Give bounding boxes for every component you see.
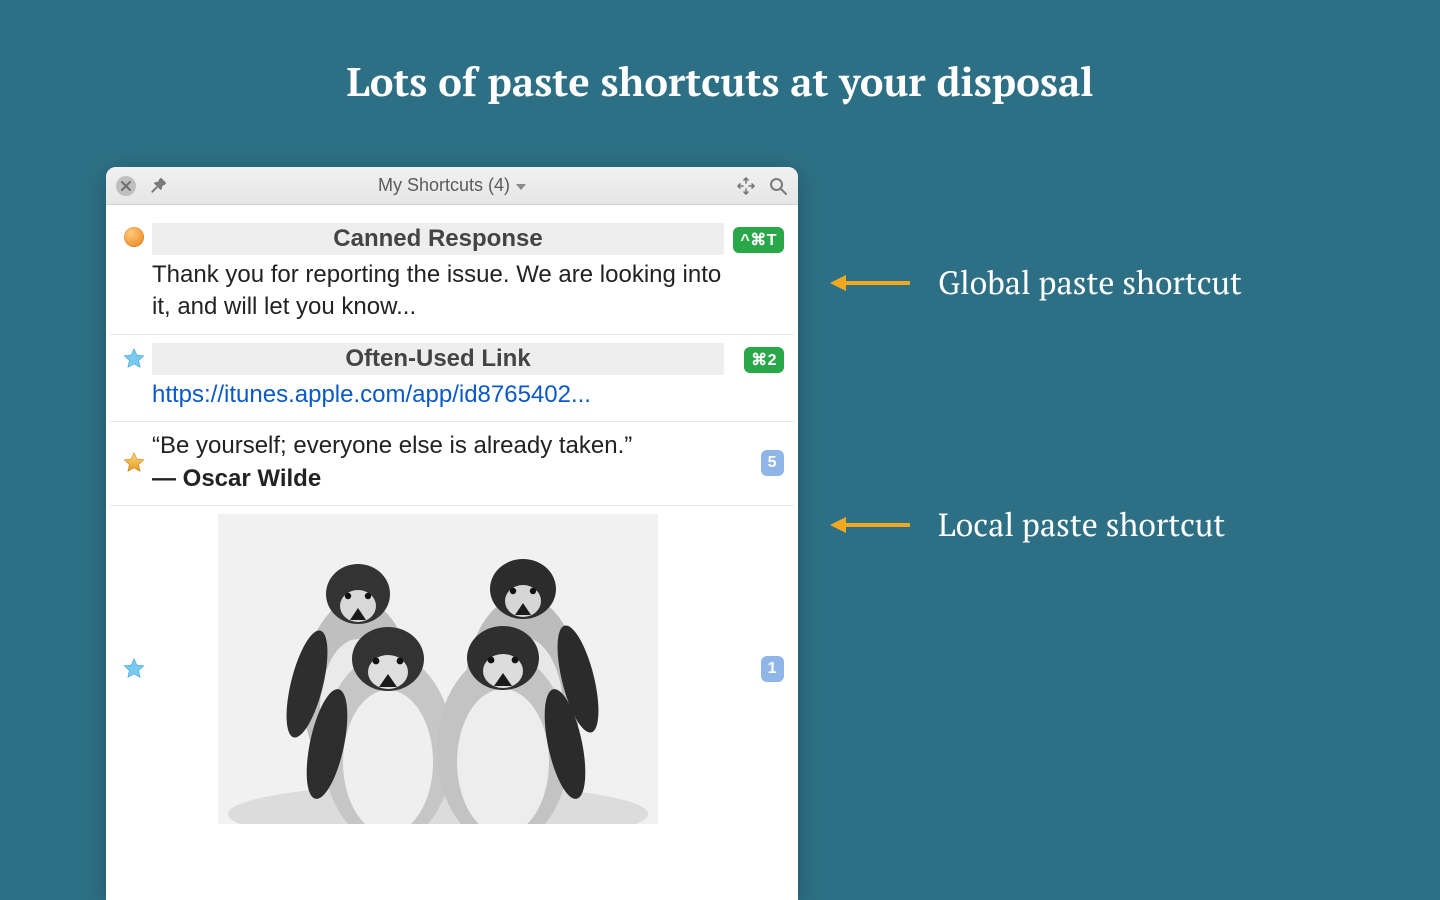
star-icon xyxy=(122,347,146,371)
shortcut-badge: ^⌘T xyxy=(733,227,784,253)
shortcuts-window: My Shortcuts (4) xyxy=(106,167,798,900)
star-icon xyxy=(122,451,146,475)
callout-label: Global paste shortcut xyxy=(938,262,1242,304)
list-item[interactable]: Canned Response Thank you for reporting … xyxy=(110,215,794,335)
list-item[interactable]: “Be yourself; everyone else is already t… xyxy=(110,422,794,506)
arrow-left-icon xyxy=(830,513,910,537)
callout-label: Local paste shortcut xyxy=(938,504,1225,546)
item-text: Thank you for reporting the issue. We ar… xyxy=(152,259,724,324)
item-heading: Often-Used Link xyxy=(152,343,724,375)
move-icon[interactable] xyxy=(736,176,756,196)
shortcut-badge: ⌘2 xyxy=(744,347,784,373)
close-icon[interactable] xyxy=(116,176,136,196)
arrow-left-icon xyxy=(830,271,910,295)
hero-heading: Lots of paste shortcuts at your disposal xyxy=(0,55,1440,108)
window-title[interactable]: My Shortcuts (4) xyxy=(378,175,510,196)
pin-icon[interactable] xyxy=(148,176,168,196)
quote-author: ― Oscar Wilde xyxy=(152,465,321,492)
shortcuts-list: Canned Response Thank you for reporting … xyxy=(106,205,798,900)
window-titlebar: My Shortcuts (4) xyxy=(106,167,798,205)
list-item[interactable]: Often-Used Link https://itunes.apple.com… xyxy=(110,335,794,422)
star-icon xyxy=(122,657,146,681)
quote-text: “Be yourself; everyone else is already t… xyxy=(152,432,632,459)
item-text: “Be yourself; everyone else is already t… xyxy=(152,430,724,495)
list-item[interactable]: 1 xyxy=(110,506,794,834)
item-heading: Canned Response xyxy=(152,223,724,255)
shortcut-badge: 1 xyxy=(761,656,784,682)
dot-icon xyxy=(124,227,144,247)
callout-global: Global paste shortcut xyxy=(830,262,1242,304)
search-icon[interactable] xyxy=(768,176,788,196)
thumbnail-image xyxy=(218,514,658,824)
chevron-down-icon[interactable] xyxy=(516,184,526,190)
shortcut-badge: 5 xyxy=(761,450,784,476)
item-link[interactable]: https://itunes.apple.com/app/id8765402..… xyxy=(152,381,591,408)
callout-local: Local paste shortcut xyxy=(830,504,1225,546)
